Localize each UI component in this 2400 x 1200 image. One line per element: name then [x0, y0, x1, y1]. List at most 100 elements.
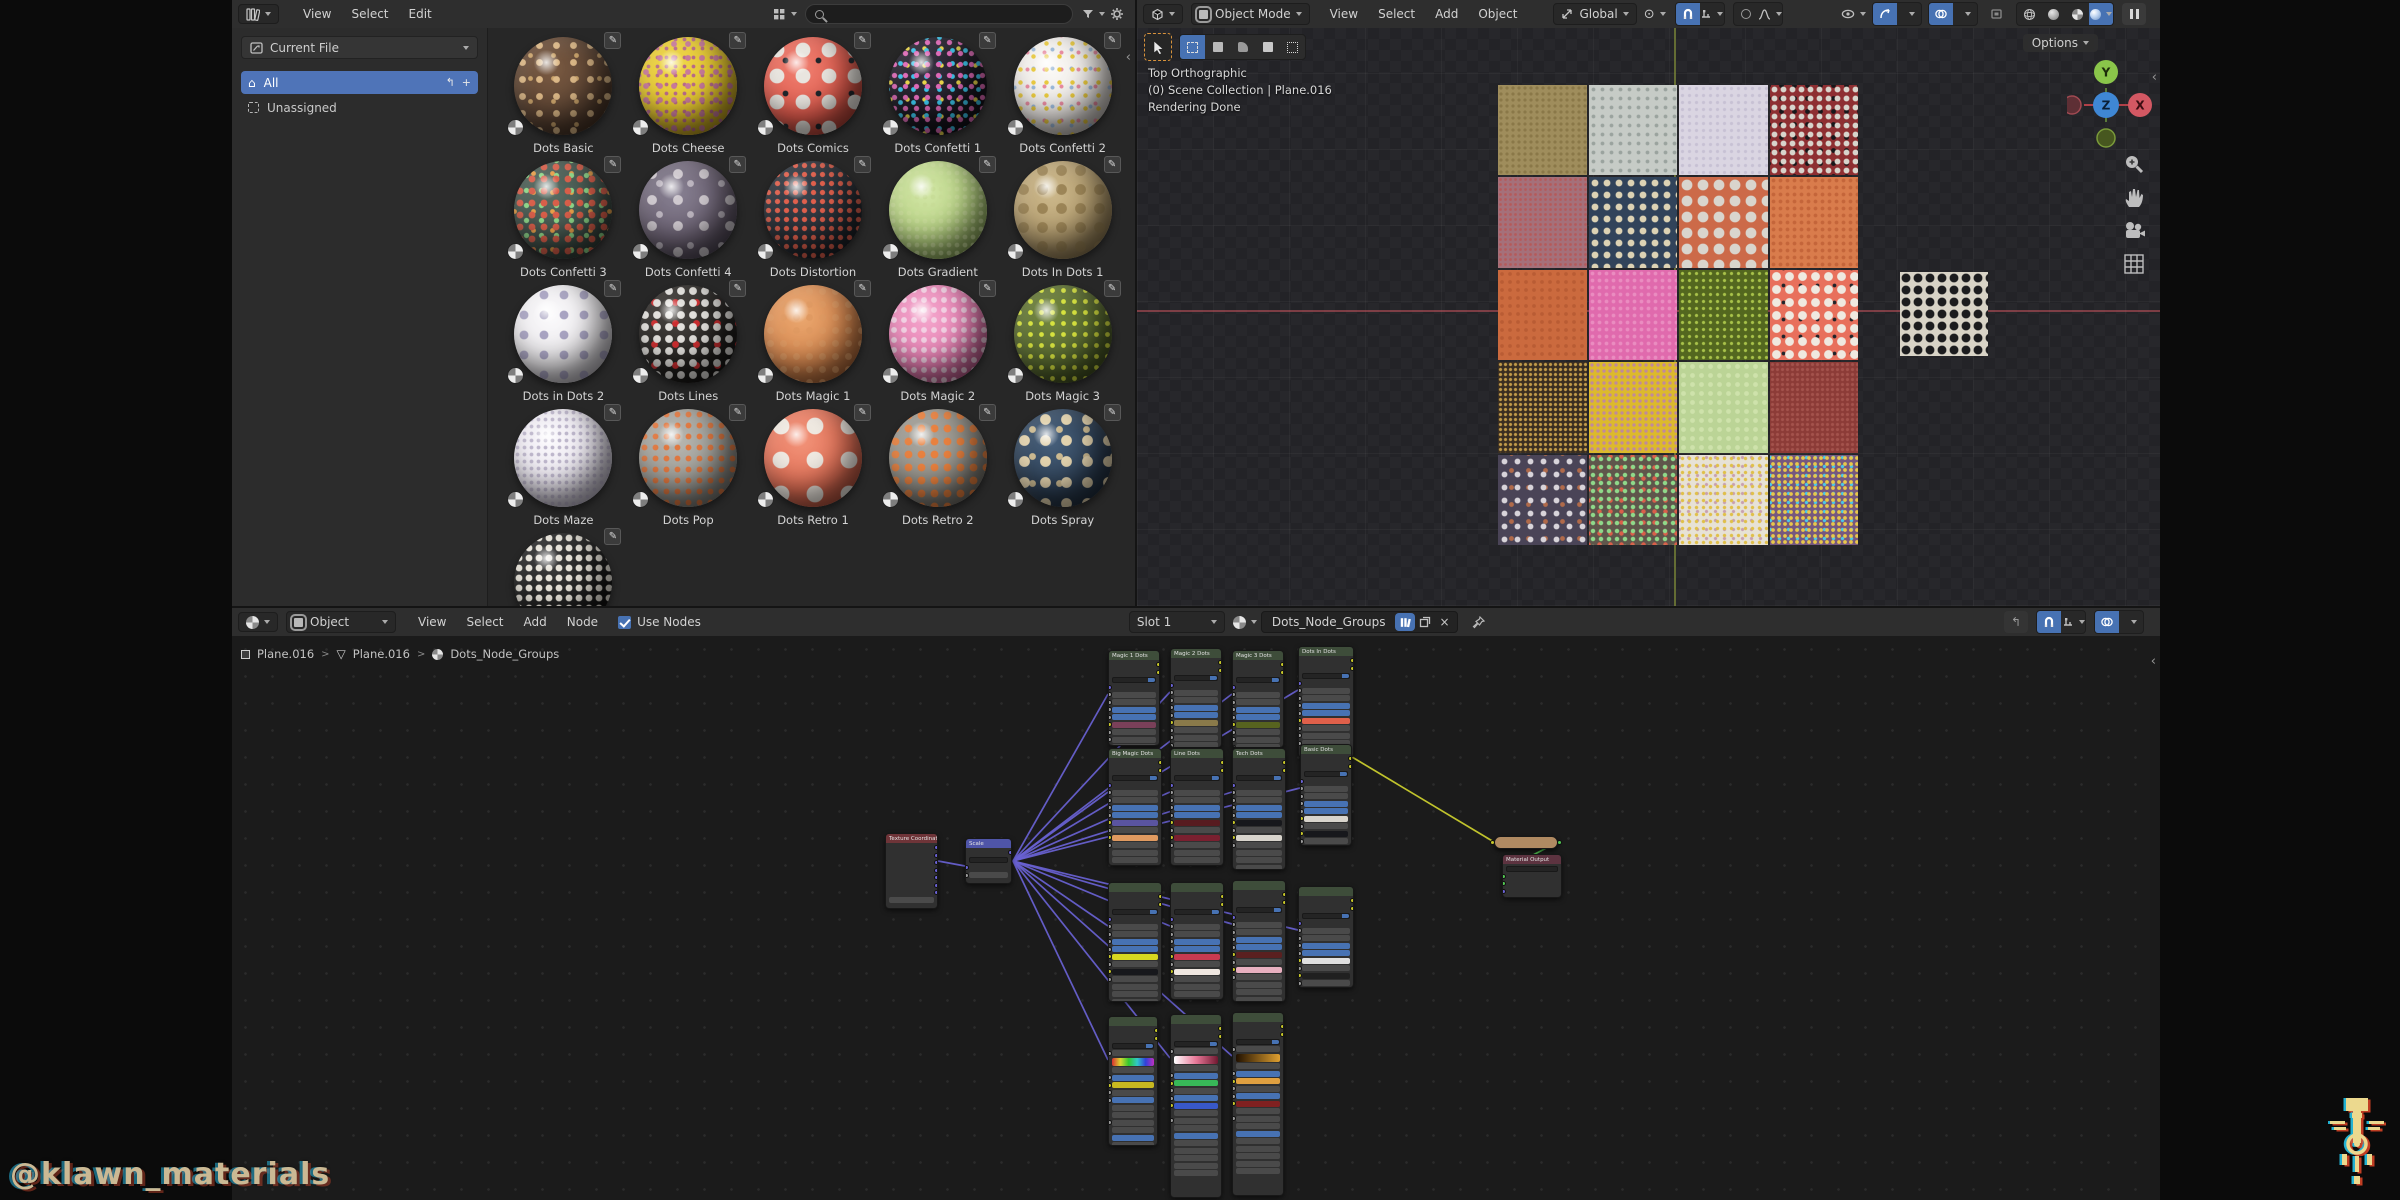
node-row[interactable] [1299, 965, 1350, 971]
node-row[interactable] [1112, 774, 1158, 781]
node-row[interactable] [889, 897, 934, 903]
node-row[interactable] [1236, 1063, 1280, 1069]
node-row[interactable] [1174, 1055, 1218, 1064]
node-row[interactable] [1171, 953, 1220, 960]
node-row[interactable] [1109, 953, 1158, 960]
node-row[interactable] [1304, 763, 1351, 769]
node-row[interactable] [889, 890, 937, 896]
node-row[interactable] [1171, 797, 1220, 803]
menu-add[interactable]: Add [514, 615, 557, 629]
material-card[interactable]: ✎ Dots in Dots 2 [501, 280, 626, 406]
node-row[interactable] [1236, 1138, 1280, 1144]
shader-node[interactable]: Line Dots [1170, 748, 1224, 866]
ortho-grid-icon[interactable] [2123, 253, 2145, 275]
shading-wireframe-button[interactable] [2017, 3, 2041, 25]
node-row[interactable] [1299, 957, 1350, 964]
node-row[interactable] [1236, 662, 1283, 668]
node-row[interactable] [1236, 996, 1282, 1001]
material-thumbnail[interactable]: ✎ [507, 280, 622, 386]
use-nodes-checkbox[interactable]: Use Nodes [618, 615, 701, 629]
node-row[interactable] [1233, 951, 1282, 958]
node-header[interactable]: Scale [966, 839, 1011, 848]
node-row[interactable] [1503, 888, 1558, 894]
material-card[interactable]: ✎ Dots Confetti 1 [875, 32, 1000, 158]
node-row[interactable] [1233, 736, 1280, 743]
node-row[interactable] [1299, 980, 1350, 986]
material-tile[interactable] [1769, 85, 1858, 176]
camera-view-icon[interactable] [2122, 221, 2146, 241]
navigation-gizmo[interactable]: Y X Z [2067, 44, 2159, 166]
material-thumbnail[interactable]: ✎ [1006, 280, 1121, 386]
node-row[interactable] [1174, 857, 1220, 863]
node-row[interactable] [1233, 827, 1282, 833]
node-row[interactable] [1112, 1112, 1154, 1118]
node-row[interactable] [1112, 983, 1158, 990]
node-row[interactable] [1171, 916, 1220, 922]
node-header[interactable]: Line Dots [1171, 749, 1223, 758]
proportional-edit-toggle[interactable] [1734, 3, 1758, 25]
material-tile[interactable] [1498, 362, 1587, 453]
material-card[interactable]: ✎ Dots Lines [626, 280, 751, 406]
material-tile[interactable] [1588, 177, 1677, 268]
node-row[interactable] [1171, 842, 1220, 848]
shader-node[interactable]: Texture Coordinate [885, 833, 938, 909]
node-row[interactable] [1236, 1024, 1283, 1030]
editor-type-button[interactable] [238, 612, 278, 632]
node-row[interactable] [1174, 991, 1220, 997]
edit-material-icon[interactable]: ✎ [604, 280, 622, 297]
menu-node[interactable]: Node [557, 615, 608, 629]
material-thumbnail[interactable]: ✎ [632, 156, 747, 262]
edit-material-icon[interactable]: ✎ [604, 404, 622, 421]
catalog-item-all[interactable]: ⌂ All ↰ + [241, 71, 478, 94]
node-row[interactable] [1233, 1115, 1280, 1122]
material-card[interactable]: ✎ Dots Gradient [875, 156, 1000, 282]
node-row[interactable] [1236, 1053, 1280, 1062]
node-row[interactable] [1174, 1110, 1218, 1116]
material-tile[interactable] [1588, 362, 1677, 453]
node-row[interactable] [1109, 923, 1158, 930]
collapsed-node[interactable] [1490, 836, 1562, 849]
node-row[interactable] [1171, 1102, 1218, 1109]
edit-material-icon[interactable]: ✎ [604, 528, 622, 545]
node-row[interactable] [1174, 908, 1220, 915]
node-row[interactable] [1299, 680, 1350, 686]
node-row[interactable] [1302, 658, 1353, 664]
node-row[interactable] [1109, 931, 1158, 937]
node-header[interactable] [1171, 883, 1223, 892]
node-row[interactable] [1171, 734, 1218, 741]
node-row[interactable] [1174, 983, 1220, 990]
node-row[interactable] [1233, 974, 1282, 980]
node-row[interactable] [1304, 846, 1348, 847]
edit-material-icon[interactable]: ✎ [729, 156, 747, 173]
node-header[interactable] [1299, 887, 1353, 896]
node-row[interactable] [1109, 827, 1158, 833]
node-row[interactable] [1112, 1134, 1154, 1141]
material-card[interactable]: ✎ Dots Confetti 4 [626, 156, 751, 282]
selected-plane-tile[interactable] [1900, 272, 1988, 356]
menu-view[interactable]: View [408, 615, 456, 629]
shader-node[interactable]: Material Output [1502, 854, 1562, 898]
node-row[interactable] [1304, 756, 1351, 762]
node-row[interactable] [1171, 697, 1218, 703]
node-row[interactable] [1109, 916, 1158, 922]
select-lasso-tool[interactable] [1205, 35, 1230, 59]
snap-settings-dropdown[interactable] [2061, 611, 2085, 633]
node-row[interactable] [1301, 838, 1348, 844]
select-mode-extend[interactable] [1255, 35, 1280, 59]
node-row[interactable] [1236, 669, 1283, 675]
pin-button[interactable] [1466, 611, 1490, 633]
node-row[interactable] [1171, 961, 1220, 967]
node-row[interactable] [1171, 789, 1220, 796]
node-row[interactable] [1112, 901, 1161, 907]
catalog-move-icon[interactable]: ↰ [446, 76, 455, 89]
material-card[interactable]: ✎ Dots Confetti 3 [501, 156, 626, 282]
node-row[interactable] [1109, 691, 1156, 698]
node-row[interactable] [1236, 981, 1282, 988]
node-row[interactable] [1112, 760, 1161, 766]
shader-node[interactable]: Tech Dots [1232, 748, 1286, 870]
breadcrumb-material[interactable]: Dots_Node_Groups [450, 647, 559, 661]
node-row[interactable] [1171, 1117, 1218, 1124]
shader-node[interactable] [1108, 1016, 1158, 1146]
node-row[interactable] [1236, 857, 1282, 863]
node-row[interactable] [1299, 687, 1350, 694]
